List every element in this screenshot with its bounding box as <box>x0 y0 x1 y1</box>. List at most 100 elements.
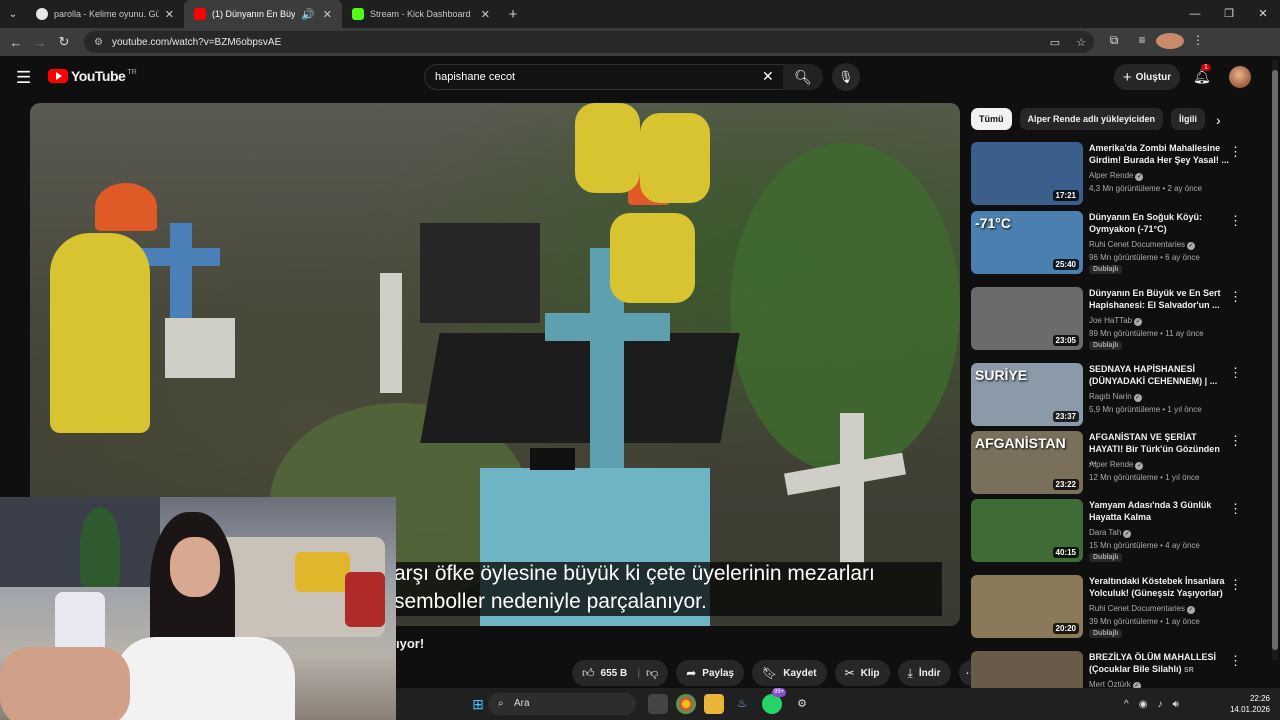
more-vertical-icon[interactable]: ⋮ <box>1229 653 1242 669</box>
more-vertical-icon[interactable]: ⋮ <box>1229 289 1242 305</box>
close-window-icon[interactable]: ✕ <box>1246 0 1280 28</box>
chip-related[interactable]: İlgili <box>1171 108 1206 130</box>
chip-from-uploader[interactable]: Alper Rende adlı yükleyiciden <box>1019 108 1164 130</box>
like-button[interactable]: 👍︎ 655 B | 👎︎ <box>572 660 669 686</box>
menu-icon[interactable]: ☰ <box>16 68 31 88</box>
recommendation-title[interactable]: Dünyanın En Soğuk Köyü: Oymyakon (-71°C) <box>1089 211 1229 235</box>
recommendation-item[interactable]: 23:05 Dünyanın En Büyük ve En Sert Hapish… <box>971 287 1261 353</box>
channel-name[interactable]: Alper Rende ✓ <box>1089 460 1144 470</box>
video-thumbnail[interactable]: SURİYE 23:37 <box>971 363 1083 426</box>
save-button[interactable]: 🔖︎ Kaydet <box>752 660 827 686</box>
page-scrollbar[interactable] <box>1272 60 1278 660</box>
search-button[interactable]: 🔍︎ <box>783 64 823 90</box>
recommendation-title[interactable]: Amerika'da Zombi Mahallesine Girdim! Bur… <box>1089 142 1229 166</box>
chrome-icon[interactable] <box>676 694 696 714</box>
recommendation-item[interactable]: AFGANİSTAN 23:22 AFGANİSTAN VE ŞERİAT HAYA… <box>971 431 1261 497</box>
chevron-up-icon[interactable]: ^ <box>1124 699 1129 710</box>
tab-search-button[interactable]: ⌄ <box>0 9 26 20</box>
download-button[interactable]: ⤓ İndir <box>897 660 951 686</box>
channel-name[interactable]: Alper Rende ✓ <box>1089 171 1144 181</box>
video-thumbnail[interactable]: 23:05 <box>971 287 1083 350</box>
search-input[interactable]: hapishane cecot <box>424 64 784 90</box>
extensions-icon[interactable]: ⧉ <box>1100 33 1128 52</box>
more-vertical-icon[interactable]: ⋮ <box>1229 433 1242 449</box>
recommendation-title[interactable]: Dünyanın En Büyük ve En Sert Hapishanesi… <box>1089 287 1229 311</box>
thumbs-down-icon[interactable]: 👎︎ <box>646 666 658 681</box>
scrollbar-thumb[interactable] <box>1272 70 1278 650</box>
video-meta: 89 Mn görüntüleme • 11 ay önce <box>1089 329 1204 338</box>
steam-icon[interactable]: ♨ <box>732 694 752 714</box>
cast-icon[interactable]: ▭ <box>1042 36 1068 49</box>
channel-name[interactable]: Ragıb Narin ✓ <box>1089 392 1142 402</box>
video-thumbnail[interactable]: AFGANİSTAN 23:22 <box>971 431 1083 494</box>
taskbar-search[interactable]: ⌕ Ara <box>488 693 636 715</box>
url-input[interactable]: ⚙ youtube.com/watch?v=BZM6obpsvAE ▭ ☆ <box>84 31 1094 53</box>
channel-name[interactable]: Ruhi Cenet Documentaries ✓ <box>1089 240 1196 250</box>
video-meta: 96 Mn görüntüleme • 6 ay önce <box>1089 253 1200 262</box>
channel-name[interactable]: Ruhi Cenet Documentaries ✓ <box>1089 604 1196 614</box>
video-thumbnail[interactable]: 20:20 <box>971 575 1083 638</box>
recommendation-title[interactable]: SEDNAYA HAPİSHANESİ (DÜNYADAKİ CEHENNEM)… <box>1089 363 1229 387</box>
close-tab-icon[interactable]: ✕ <box>165 8 174 21</box>
new-tab-button[interactable]: + <box>500 6 526 23</box>
recommendation-title[interactable]: Yamyam Adası'nda 3 Günlük Hayatta Kalma <box>1089 499 1229 523</box>
account-avatar[interactable] <box>1229 66 1251 88</box>
close-tab-icon[interactable]: ✕ <box>323 8 332 21</box>
video-meta: 12 Mn görüntüleme • 1 yıl önce <box>1089 473 1200 482</box>
notification-badge: 1 <box>1201 64 1211 71</box>
windows-start-icon[interactable]: ⊞ <box>468 694 488 714</box>
more-vertical-icon[interactable]: ⋮ <box>1229 213 1242 229</box>
tab-kick-dashboard[interactable]: Stream - Kick Dashboard ✕ <box>342 0 500 28</box>
video-thumbnail[interactable]: -71°C 25:40 <box>971 211 1083 274</box>
duration-badge: 20:20 <box>1052 623 1079 634</box>
clip-button[interactable]: ✂ Klip <box>834 660 890 686</box>
file-explorer-icon[interactable] <box>704 694 724 714</box>
recommendation-title[interactable]: BREZİLYA ÖLÜM MAHALLESİ (Çocuklar Bile S… <box>1089 651 1229 677</box>
minimize-icon[interactable]: — <box>1178 0 1212 28</box>
chevron-right-icon[interactable]: › <box>1216 112 1221 128</box>
recommendation-item[interactable]: 40:15 Yamyam Adası'nda 3 Günlük Hayatta K… <box>971 499 1261 565</box>
tab-youtube[interactable]: (1) Dünyanın En Büyük Hapi 🔊 ✕ <box>184 0 342 28</box>
mic-tray-icon[interactable]: ♪ <box>1157 699 1162 710</box>
channel-name[interactable]: Joe HaTTab ✓ <box>1089 316 1143 326</box>
more-vertical-icon[interactable]: ⋮ <box>1229 577 1242 593</box>
bookmark-star-icon[interactable]: ☆ <box>1068 36 1094 49</box>
network-icon[interactable]: ◉ <box>1139 699 1148 710</box>
voice-search-button[interactable]: 🎙︎ <box>832 63 860 91</box>
site-info-icon[interactable]: ⚙ <box>94 37 106 48</box>
back-icon[interactable]: ← <box>4 35 28 50</box>
recommendation-item[interactable]: 20:20 Yeraltındaki Köstebek İnsanlara Yol… <box>971 575 1261 641</box>
browser-menu-icon[interactable]: ⋮ <box>1184 33 1212 52</box>
clear-search-icon[interactable]: ✕ <box>762 68 774 85</box>
task-view-icon[interactable] <box>648 694 668 714</box>
settings-icon[interactable]: ⚙ <box>792 694 812 714</box>
share-button[interactable]: ➦ Paylaş <box>676 660 744 686</box>
worker-center <box>610 213 695 303</box>
create-button[interactable]: + Oluştur <box>1114 64 1180 90</box>
more-vertical-icon[interactable]: ⋮ <box>1229 501 1242 517</box>
reading-list-icon[interactable]: ≡ <box>1128 33 1156 52</box>
recommendation-item[interactable]: 17:21 Amerika'da Zombi Mahallesine Girdim… <box>971 142 1261 208</box>
reload-icon[interactable]: ↻ <box>52 34 76 50</box>
recommendation-item[interactable]: -71°C 25:40 Dünyanın En Soğuk Köyü: Oymyak… <box>971 211 1261 277</box>
channel-name[interactable]: Dara Tah ✓ <box>1089 528 1132 538</box>
more-vertical-icon[interactable]: ⋮ <box>1229 365 1242 381</box>
recommendation-title[interactable]: Yeraltındaki Köstebek İnsanlara Yolculuk… <box>1089 575 1229 599</box>
volume-icon[interactable]: 🔊︎ <box>1172 699 1178 710</box>
more-vertical-icon[interactable]: ⋮ <box>1229 144 1242 160</box>
speaker-icon[interactable]: 🔊 <box>301 8 315 21</box>
tab-parolla[interactable]: parolla - Kelime oyunu. Günlük ✕ <box>26 0 184 28</box>
whatsapp-icon[interactable]: 99+ <box>762 688 787 714</box>
notifications-button[interactable]: 🔔︎ 1 <box>1193 64 1211 85</box>
recommendation-item[interactable]: SURİYE 23:37 SEDNAYA HAPİSHANESİ (DÜNYADAK… <box>971 363 1261 429</box>
clock[interactable]: 22:26 14.01.2026 <box>1226 693 1270 715</box>
video-thumbnail[interactable]: 17:21 <box>971 142 1083 205</box>
video-thumbnail[interactable]: 40:15 <box>971 499 1083 562</box>
clip-label: Klip <box>860 667 880 679</box>
chip-all[interactable]: Tümü <box>971 108 1012 130</box>
profile-icon[interactable] <box>1156 32 1184 52</box>
restore-icon[interactable]: ❐ <box>1212 0 1246 28</box>
close-tab-icon[interactable]: ✕ <box>481 8 490 21</box>
youtube-logo[interactable]: YouTube TR <box>48 68 137 84</box>
forward-icon[interactable]: → <box>28 35 52 50</box>
